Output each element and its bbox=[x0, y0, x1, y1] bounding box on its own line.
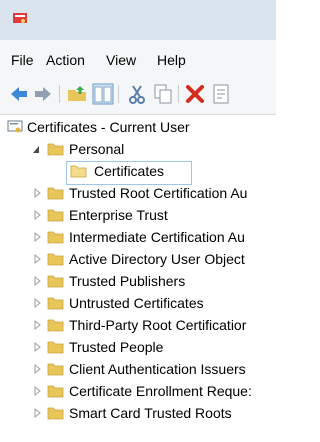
tree-item-label: Third-Party Root Certificatior bbox=[69, 317, 247, 333]
show-hide-tree-icon[interactable] bbox=[92, 83, 114, 105]
forward-arrow-icon[interactable] bbox=[32, 83, 54, 105]
tree-item-label: Enterprise Trust bbox=[69, 207, 168, 223]
folder-icon bbox=[70, 165, 87, 178]
tree-item-store[interactable]: Trusted People bbox=[0, 337, 276, 359]
tree-item-label: Trusted Publishers bbox=[69, 273, 186, 289]
delete-icon[interactable] bbox=[184, 83, 206, 105]
certificate-app-icon bbox=[13, 13, 27, 23]
tree-item-label: Intermediate Certification Au bbox=[69, 229, 245, 245]
menu-bar: File Action View Help bbox=[0, 40, 276, 74]
tree-item-store[interactable]: Trusted Root Certification Au bbox=[0, 183, 276, 205]
tree-item-label: Certificates bbox=[94, 163, 165, 179]
collapsed-arrow-icon[interactable] bbox=[33, 386, 41, 396]
menu-action[interactable]: Action bbox=[46, 52, 85, 68]
tree-item-label: Active Directory User Object bbox=[69, 251, 245, 267]
collapsed-arrow-icon[interactable] bbox=[33, 210, 41, 220]
tree-item-store[interactable]: Trusted Publishers bbox=[0, 271, 276, 293]
tree-item-store[interactable]: Active Directory User Object bbox=[0, 249, 276, 271]
toolbar bbox=[0, 74, 276, 115]
tree-item-store[interactable]: Untrusted Certificates bbox=[0, 293, 276, 315]
folder-icon bbox=[47, 407, 64, 420]
folder-icon bbox=[47, 275, 64, 288]
folder-icon bbox=[47, 319, 64, 332]
folder-icon bbox=[47, 231, 64, 244]
folder-icon bbox=[47, 385, 64, 398]
tree-item-store[interactable]: Certificate Enrollment Reque: bbox=[0, 381, 276, 403]
folder-icon bbox=[47, 143, 64, 156]
toolbar-separator bbox=[178, 85, 179, 103]
tree-item-store[interactable]: Intermediate Certification Au bbox=[0, 227, 276, 249]
menu-file[interactable]: File bbox=[11, 52, 34, 68]
collapsed-arrow-icon[interactable] bbox=[33, 408, 41, 418]
tree-root[interactable]: Certificates - Current User bbox=[0, 117, 276, 139]
tree-item-personal[interactable]: Personal bbox=[0, 139, 276, 161]
expanded-arrow-icon[interactable] bbox=[32, 144, 40, 154]
properties-icon[interactable] bbox=[210, 83, 232, 105]
tree-item-label: Trusted People bbox=[69, 339, 164, 355]
certificate-store-icon bbox=[7, 120, 23, 133]
copy-icon[interactable] bbox=[152, 83, 174, 105]
title-bar bbox=[0, 0, 276, 40]
collapsed-arrow-icon[interactable] bbox=[33, 254, 41, 264]
tree-item-store[interactable]: Enterprise Trust bbox=[0, 205, 276, 227]
tree-item-store[interactable]: Client Authentication Issuers bbox=[0, 359, 276, 381]
tree-item-label: Certificate Enrollment Reque: bbox=[69, 383, 252, 399]
tree-root-label: Certificates - Current User bbox=[27, 119, 190, 135]
tree-view: Certificates - Current User Personal Cer… bbox=[0, 115, 276, 442]
collapsed-arrow-icon[interactable] bbox=[33, 364, 41, 374]
tree-item-store[interactable]: Smart Card Trusted Roots bbox=[0, 403, 276, 425]
tree-item-label: Trusted Root Certification Au bbox=[69, 185, 248, 201]
menu-help[interactable]: Help bbox=[157, 52, 186, 68]
back-arrow-icon[interactable] bbox=[8, 83, 30, 105]
tree-item-label: Client Authentication Issuers bbox=[69, 361, 246, 377]
up-folder-icon[interactable] bbox=[66, 83, 88, 105]
tree-item-store[interactable]: Third-Party Root Certificatior bbox=[0, 315, 276, 337]
cut-icon[interactable] bbox=[126, 83, 148, 105]
folder-icon bbox=[47, 341, 64, 354]
folder-icon bbox=[47, 187, 64, 200]
toolbar-separator bbox=[59, 85, 60, 103]
tree-item-label: Untrusted Certificates bbox=[69, 295, 204, 311]
folder-icon bbox=[47, 297, 64, 310]
folder-icon bbox=[47, 209, 64, 222]
folder-icon bbox=[47, 253, 64, 266]
collapsed-arrow-icon[interactable] bbox=[33, 298, 41, 308]
toolbar-separator bbox=[118, 85, 119, 103]
tree-item-certificates[interactable]: Certificates bbox=[0, 161, 276, 183]
collapsed-arrow-icon[interactable] bbox=[33, 320, 41, 330]
collapsed-arrow-icon[interactable] bbox=[33, 232, 41, 242]
collapsed-arrow-icon[interactable] bbox=[33, 342, 41, 352]
folder-icon bbox=[47, 363, 64, 376]
menu-view[interactable]: View bbox=[106, 52, 136, 68]
collapsed-arrow-icon[interactable] bbox=[33, 188, 41, 198]
tree-item-label: Smart Card Trusted Roots bbox=[69, 405, 232, 421]
tree-item-label: Personal bbox=[69, 141, 125, 157]
collapsed-arrow-icon[interactable] bbox=[33, 276, 41, 286]
